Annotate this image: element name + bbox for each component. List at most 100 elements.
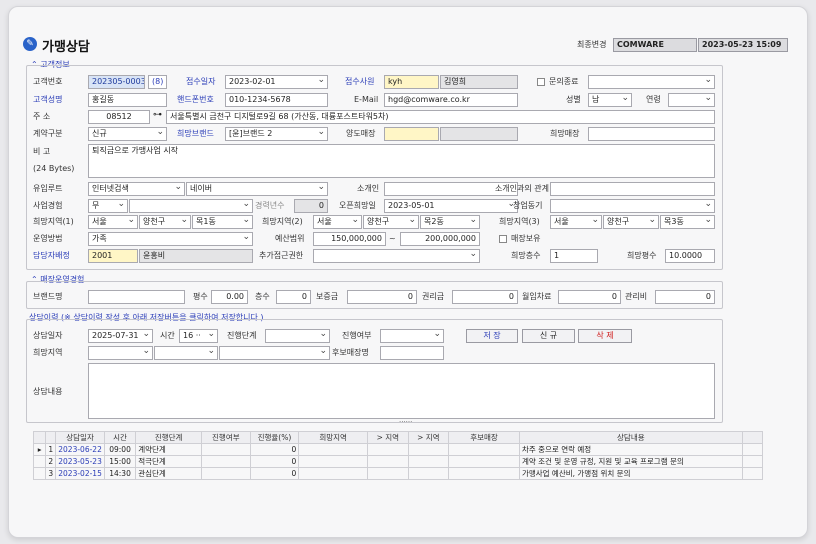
table-cell-time: 14:30	[103, 467, 137, 480]
inquiry-end-checkbox[interactable]	[537, 78, 545, 86]
remark-bytes: (24 Bytes)	[33, 164, 75, 173]
table-cell-region	[298, 443, 369, 456]
candidate-store-field[interactable]	[380, 346, 444, 360]
history-time-select[interactable]: 16 ··	[179, 329, 218, 343]
region3-dong[interactable]: 목3동	[660, 215, 715, 229]
extra-auth-select[interactable]	[313, 249, 480, 263]
maintenance-field[interactable]: 0	[655, 290, 715, 304]
receiver-label: 접수사원	[345, 77, 375, 86]
receipt-date-field[interactable]: 2023-02-01	[225, 75, 328, 89]
desired-brand-select[interactable]: [윤]브랜드 2	[225, 127, 328, 141]
history-stage-select[interactable]	[265, 329, 330, 343]
history-region-dong[interactable]	[219, 346, 330, 360]
desired-area-field[interactable]: 10.0000	[665, 249, 715, 263]
splitter-handle[interactable]: ......	[399, 416, 412, 424]
col-header[interactable]: 상담일자	[55, 431, 105, 444]
pyeong-label: 평수	[193, 292, 208, 301]
history-region-sido[interactable]	[88, 346, 153, 360]
monthly-rent-field[interactable]: 0	[558, 290, 621, 304]
history-region-sigungu[interactable]	[154, 346, 218, 360]
email-label: E-Mail	[354, 95, 379, 104]
desired-floors-field[interactable]: 1	[550, 249, 598, 263]
phone-field[interactable]: 010-1234-5678	[225, 93, 328, 107]
business-type-select[interactable]	[129, 199, 253, 213]
history-progress-label: 진행여부	[342, 331, 372, 340]
col-header[interactable]: > 지역	[407, 431, 450, 444]
customer-no-count[interactable]: (8)	[148, 75, 167, 89]
last-modified-time: 2023-05-23 15:09	[698, 38, 788, 52]
age-select[interactable]	[668, 93, 715, 107]
table-cell-r3	[407, 455, 450, 468]
manager-id-field[interactable]: 2001	[88, 249, 138, 263]
contract-type-select[interactable]: 신규	[88, 127, 167, 141]
motive-select[interactable]	[550, 199, 715, 213]
col-header[interactable]: 후보매장	[448, 431, 520, 444]
floors-field[interactable]: 0	[276, 290, 311, 304]
table-cell-r3	[407, 443, 450, 456]
region3-sigungu[interactable]: 양천구	[603, 215, 659, 229]
zip-field[interactable]: 08512	[88, 110, 150, 124]
store-owned-checkbox[interactable]	[499, 235, 507, 243]
candidate-store-label: 후보매장명	[332, 348, 369, 357]
budget-from-field[interactable]: 150,000,000	[313, 232, 386, 246]
table-cell-rate: 0	[249, 467, 300, 480]
table-cell-date: 2023-02-15	[55, 467, 105, 480]
table-cell-region	[298, 467, 369, 480]
table-row[interactable]: ▸ 1 2023-06-22 09:00 계약단계 0 차주 중으로 연락 예정	[32, 443, 764, 456]
premium-field[interactable]: 0	[452, 290, 518, 304]
history-content-textarea[interactable]	[88, 363, 715, 419]
region3-sido[interactable]: 서울	[550, 215, 602, 229]
age-label: 연령	[646, 95, 661, 104]
col-header[interactable]: 상담내용	[518, 431, 743, 444]
name-field[interactable]: 홍길동	[88, 93, 167, 107]
history-progress-select[interactable]	[380, 329, 444, 343]
table-cell-progress	[201, 467, 251, 480]
history-date-field[interactable]: 2025-07-31	[88, 329, 153, 343]
inflow-route-select-2[interactable]: 네이버	[186, 182, 328, 196]
budget-to-field[interactable]: 200,000,000	[400, 232, 480, 246]
region2-sido[interactable]: 서울	[313, 215, 362, 229]
region2-dong[interactable]: 목2동	[420, 215, 480, 229]
transfer-store-code[interactable]	[384, 127, 439, 141]
business-exp-select[interactable]: 무	[88, 199, 128, 213]
delete-button[interactable]: 삭 제	[578, 329, 632, 343]
table-row[interactable]: 3 2023-02-15 14:30 관심단계 0 가맹사업 예산비, 가맹점 위치 문의	[32, 467, 764, 480]
receiver-id-field[interactable]: kyh	[384, 75, 439, 89]
deposit-field[interactable]: 0	[347, 290, 417, 304]
col-header[interactable]: > 지역	[367, 431, 409, 444]
remark-textarea[interactable]: 퇴직금으로 가맹사업 시작	[88, 144, 715, 178]
last-modified-label: 최종변경	[577, 40, 607, 49]
region1-sigungu[interactable]: 양천구	[139, 215, 191, 229]
table-cell-content: 차주 중으로 연락 예정	[518, 443, 743, 456]
gender-select[interactable]: 남	[588, 93, 632, 107]
col-header[interactable]: 진행단계	[135, 431, 203, 444]
operation-select[interactable]: 가족	[88, 232, 253, 246]
pyeong-field[interactable]: 0.00	[211, 290, 248, 304]
brand-name-field[interactable]	[88, 290, 185, 304]
budget-label: 예산범위	[275, 234, 305, 243]
referrer-relation-field[interactable]	[550, 182, 715, 196]
save-button[interactable]: 저 장	[466, 329, 518, 343]
binoculars-icon[interactable]: ⊶	[153, 110, 162, 120]
col-header[interactable]: 시간	[103, 431, 137, 444]
customer-no-field[interactable]: 202305-0003	[88, 75, 145, 89]
history-stage-label: 진행단계	[227, 331, 257, 340]
email-field[interactable]: hgd@comware.co.kr	[384, 93, 518, 107]
career-years-label: 경력년수	[255, 201, 285, 210]
extra-auth-label: 추가접근권한	[259, 251, 304, 260]
manager-label: 담당자배정	[33, 251, 70, 260]
inquiry-end-select[interactable]	[588, 75, 715, 89]
col-header[interactable]: 희망지역	[298, 431, 369, 444]
col-header[interactable]: 진행율(%)	[249, 431, 300, 444]
table-row[interactable]: 2 2023-05-23 15:00 적극단계 0 계약 조건 및 운영 규정, 지원 및…	[32, 455, 764, 468]
open-hope-date[interactable]: 2023-05-01	[384, 199, 518, 213]
new-button[interactable]: 신 규	[522, 329, 575, 343]
region2-sigungu[interactable]: 양천구	[363, 215, 419, 229]
table-cell-marker: ▸	[32, 443, 47, 456]
inflow-route-select-1[interactable]: 인터넷검색	[88, 182, 185, 196]
region1-dong[interactable]: 목1동	[192, 215, 253, 229]
region1-sido[interactable]: 서울	[88, 215, 138, 229]
col-header[interactable]: 진행여부	[201, 431, 251, 444]
desired-store-field[interactable]	[588, 127, 715, 141]
address-field[interactable]: 서울특별시 금천구 디지털로9길 68 (가산동, 대륭포스트타워5차)	[166, 110, 715, 124]
